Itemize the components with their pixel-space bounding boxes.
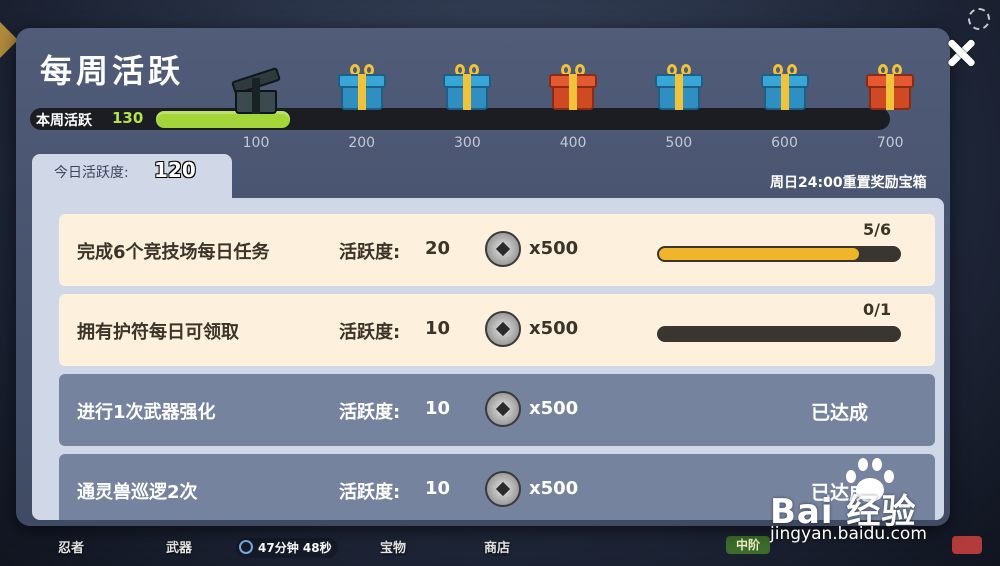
milestone-label: 200 <box>348 135 376 151</box>
watermark-url: jingyan.baidu.com <box>770 524 927 544</box>
coin-icon <box>485 311 521 347</box>
activity-value: 10 <box>425 318 451 339</box>
red-gift-chest-icon[interactable] <box>549 64 598 110</box>
activity-label: 活跃度: <box>339 482 401 503</box>
reward-amount: x500 <box>529 398 579 419</box>
close-icon[interactable] <box>942 34 980 72</box>
activity-label: 活跃度: <box>339 242 401 263</box>
activity-label: 活跃度: <box>339 322 401 343</box>
milestone-label: 600 <box>771 135 798 151</box>
blue-gift-chest-icon[interactable] <box>443 64 492 110</box>
weekly-label: 本周活跃 <box>36 113 92 129</box>
task-status: 已达成 <box>811 402 869 424</box>
task-progress-fill <box>659 248 859 260</box>
coin-icon <box>485 471 521 507</box>
reward-amount: x500 <box>529 238 579 259</box>
milestone-label: 300 <box>454 135 481 151</box>
task-name: 进行1次武器强化 <box>77 402 216 423</box>
task-name: 通灵兽巡逻2次 <box>77 482 198 503</box>
weekly-value: 130 <box>112 109 144 127</box>
milestone-label: 100 <box>242 135 270 151</box>
task-name: 完成6个竞技场每日任务 <box>77 242 270 263</box>
task-progress-bar <box>657 326 901 342</box>
task-row[interactable]: 拥有护符每日可领取 活跃度: 10 x500 0/1 <box>59 294 935 366</box>
clock-icon <box>239 540 253 554</box>
blue-gift-chest-icon[interactable] <box>760 64 809 110</box>
coin-icon <box>485 391 521 427</box>
nav-item-weapon[interactable]: 武器 <box>166 537 192 556</box>
red-gift-chest-icon[interactable] <box>866 64 915 110</box>
task-progress-text: 5/6 <box>863 220 892 239</box>
daily-activity-label: 今日活跃度: <box>54 165 129 181</box>
activity-value: 10 <box>425 398 451 419</box>
task-row[interactable]: 完成6个竞技场每日任务 活跃度: 20 x500 5/6 <box>59 214 935 286</box>
milestone-label: 400 <box>559 135 587 151</box>
nav-item-shop[interactable]: 商店 <box>484 537 510 556</box>
activity-value: 10 <box>425 478 451 499</box>
nav-item-ninja[interactable]: 忍者 <box>58 537 84 556</box>
daily-activity-value: 120 <box>154 158 196 182</box>
nav-timer: 47分钟 48秒 <box>236 538 338 558</box>
blue-gift-chest-icon[interactable] <box>337 64 386 110</box>
milestone-label: 500 <box>665 135 693 151</box>
timer-text: 47分钟 48秒 <box>258 541 332 555</box>
task-name: 拥有护符每日可领取 <box>77 322 239 343</box>
reset-note: 周日24:00重置奖励宝箱 <box>770 175 927 191</box>
opened-chest-icon[interactable] <box>231 66 281 114</box>
loading-spinner-icon <box>968 8 990 30</box>
blue-gift-chest-icon[interactable] <box>654 64 703 110</box>
baidu-watermark: Bai 经验 jingyan.baidu.com <box>770 456 994 546</box>
rank-badge: 中阶 <box>726 536 770 554</box>
task-progress-bar <box>657 246 901 262</box>
reward-amount: x500 <box>529 478 579 499</box>
activity-label: 活跃度: <box>339 402 401 423</box>
reward-amount: x500 <box>529 318 579 339</box>
task-progress-text: 0/1 <box>863 300 892 319</box>
modal-title: 每周活跃 <box>40 52 185 90</box>
coin-icon <box>485 231 521 267</box>
nav-item-treasure[interactable]: 宝物 <box>380 537 406 556</box>
milestone-label: 700 <box>876 135 904 151</box>
task-row[interactable]: 进行1次武器强化 活跃度: 10 x500 已达成 <box>59 374 935 446</box>
activity-value: 20 <box>425 238 451 259</box>
